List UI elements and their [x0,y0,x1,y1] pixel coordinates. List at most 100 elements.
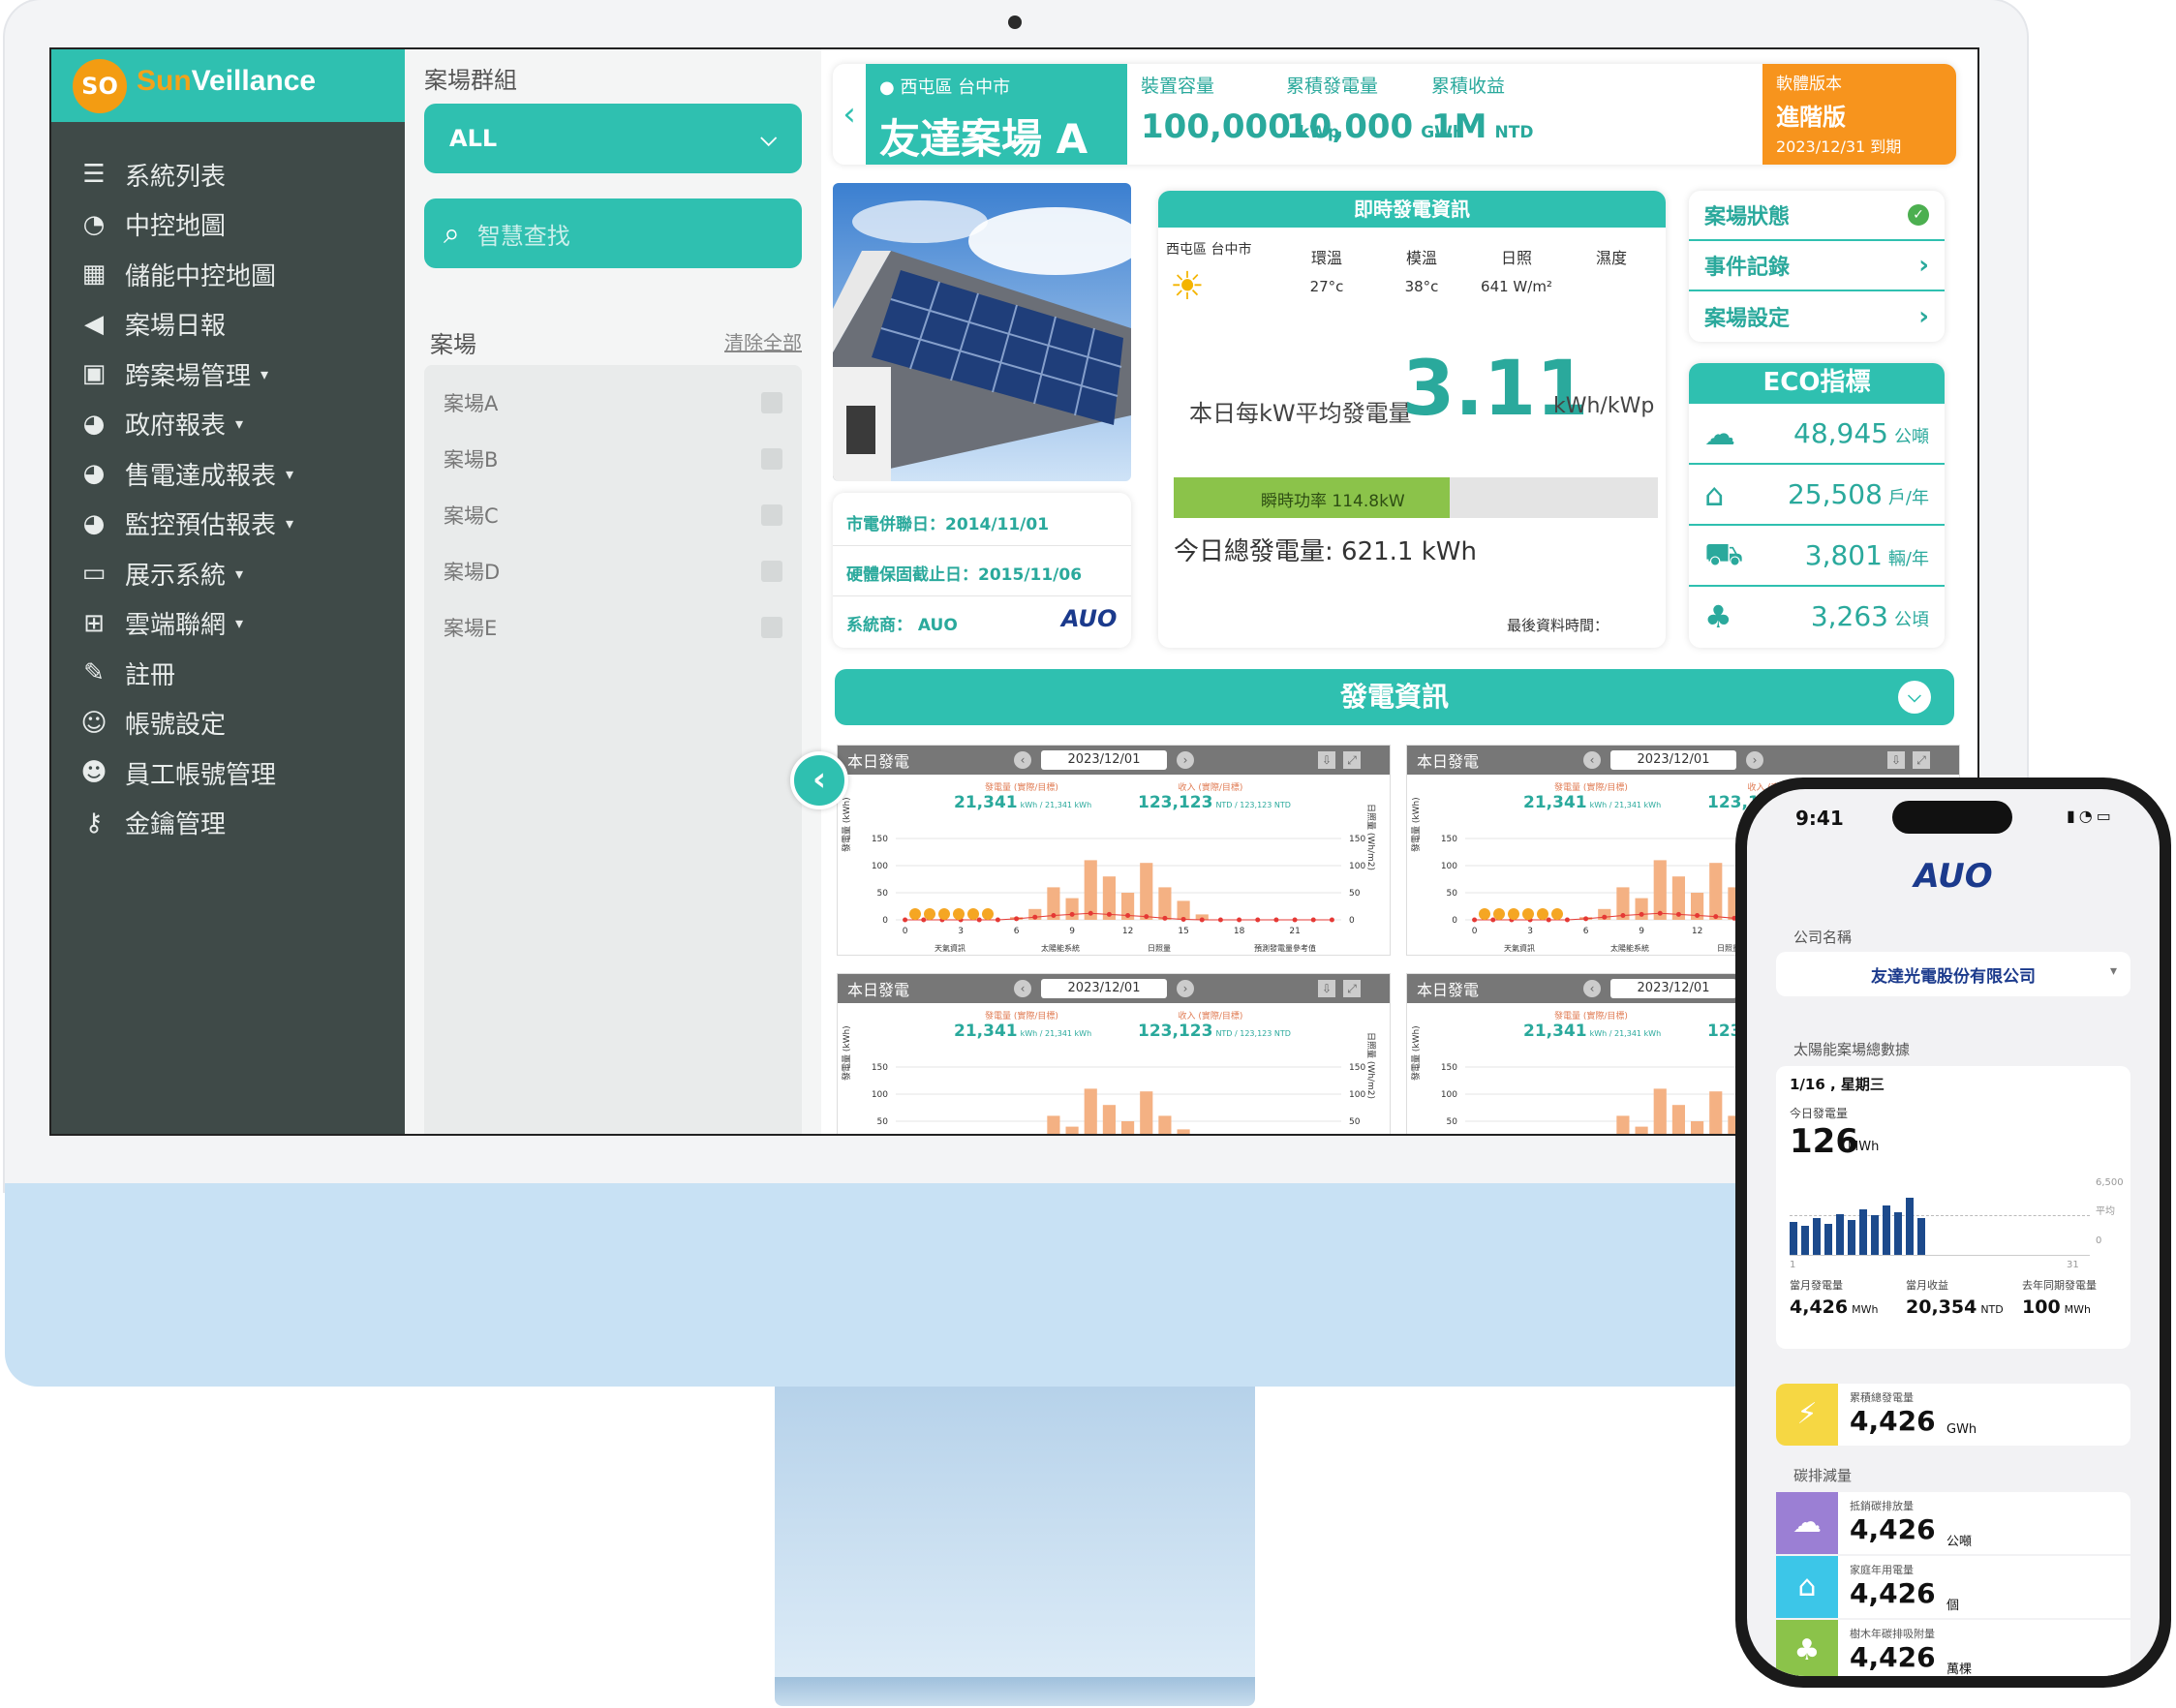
status-item[interactable]: 案場設定 › [1689,291,1945,342]
status-item[interactable]: 案場狀態 ✓ [1689,191,1945,241]
site-row[interactable]: 案場C [444,487,782,543]
warranty-date: 硬體保固截止日：2015/11/06 [846,565,1083,585]
bar-mark [1158,1115,1172,1134]
stat-value-wrap: 1M NTD [1431,107,1577,146]
sidebar-item-13[interactable]: ⚷ 金鑰管理 [51,787,405,859]
today-label: 今日發電量 [1790,1107,1849,1120]
sidebar-item-label: 系統列表 [125,162,227,192]
sites-label: 案場 [430,331,476,358]
site-row[interactable]: 案場E [444,599,782,656]
list-icon: ☰ [82,160,106,189]
phone-bar-mark [1894,1211,1902,1255]
site-header: ‹ ● 西屯區 台中市 友達案場 A 裝置容量 100,000 kWp 累積發電量 10… [833,64,1956,165]
back-button[interactable]: ‹ [833,64,866,165]
phone-stat-value: 20,354 [1906,1296,1977,1318]
y-tick-label-right: 50 [1349,889,1361,899]
site-checkbox[interactable] [761,617,782,638]
company-label: 公司名稱 [1793,929,1853,946]
brand-logo-icon[interactable]: SO [73,59,127,113]
site-name: 案場C [444,504,499,528]
phone-stat-unit: MWh [2064,1303,2092,1316]
status-item[interactable]: 事件記錄 › [1689,241,1945,291]
legend-item: 太陽能系統 [1041,943,1080,953]
site-row[interactable]: 案場A [444,375,782,431]
bar-mark [1140,863,1153,920]
sidebar-item-label: 員工帳號管理 [125,760,277,790]
site-row[interactable]: 案場D [444,543,782,599]
site-checkbox[interactable] [761,561,782,582]
carbon-value: 4,426 [1850,1641,1936,1673]
phone-bar-mark [1859,1209,1867,1255]
solar-section-label: 太陽能案場總數據 [1793,1041,1911,1058]
collapse-panel-button[interactable]: ‹ [790,751,848,809]
today-unit: MWh [1848,1140,1880,1154]
site-photo [833,183,1131,481]
eco-row: ⌂ 25,508 戶/年 [1689,463,1945,524]
power-section-bar[interactable]: 發電資訊 ⌵ [835,669,1954,725]
phone-stat: 當月發電量 4,426 MWh [1790,1277,1906,1318]
monitor-screen: SO SunVeillance ☰ 系統列表 ◔ 中控地圖 ▦ 儲能中控地圖 ◀ 案場日報 ▣ 跨… [49,47,1979,1136]
x-tick-label: 15 [1178,927,1188,936]
group-select[interactable]: ALL ⌵ [424,104,802,173]
logo-bar: SO SunVeillance [51,49,405,122]
y-tick-label: 50 [1447,889,1458,899]
house-icon: ⌂ [1776,1556,1838,1618]
weather-metric: 日照 641 W/m² [1468,245,1565,295]
eco-value: 48,945 [1793,417,1888,449]
y-tick-label-right: 150 [1349,1063,1365,1073]
site-checkbox[interactable] [761,392,782,413]
eco-row: ☁ 48,945 公噸 [1689,402,1945,463]
clear-all-link[interactable]: 清除全部 [724,327,802,355]
carbon-label: 碳排減量 [1793,1467,1853,1484]
company-select[interactable]: 友達光電股份有限公司 ▾ [1776,952,2130,996]
bar-mark [1065,1126,1079,1134]
phone-bar-mark [1790,1222,1797,1255]
stat-value: 10,000 [1286,107,1414,146]
bar-mark [1709,1091,1723,1134]
search-icon: ⌕ [444,216,460,251]
y-tick-label: 100 [872,862,888,871]
site-name: 案場B [444,448,499,472]
filter-panel: 案場群組 ALL ⌵ ⌕ 智慧查找 案場 清除全部 案場A 案場B 案場C 案場D 案場… [405,49,821,1134]
search-input[interactable]: ⌕ 智慧查找 [424,198,802,268]
legend-item: 日照量 [1148,944,1171,953]
pencil-icon: ✎ [83,658,105,687]
status-item-label: 事件記錄 [1704,256,1791,280]
carbon-label: 樹木年碳排吸附量 [1850,1628,1935,1640]
cumulative-value: 4,426 [1850,1405,1936,1437]
car-icon: ⛟ [1704,534,1744,572]
y-tick-label-right: 150 [1349,835,1365,844]
y-tick-label: 150 [872,1063,888,1073]
site-row[interactable]: 案場B [444,431,782,487]
brand-name[interactable]: SunVeillance [137,65,316,98]
stat-value: 100,000 [1141,107,1291,146]
bar-mark [1691,1121,1704,1134]
bar-mark [1177,1129,1190,1134]
carbon-card: ⌂ 家庭年用電量 4,426 個 [1776,1556,2130,1618]
bar-mark [1709,863,1723,920]
metric-value: 27°c [1309,278,1344,295]
version-badge[interactable]: 軟體版本 進階版 2023/12/31 到期 [1762,64,1956,165]
x-tick-label: 12 [1122,927,1133,936]
y-tick-label: 0 [1452,916,1457,926]
collapse-icon[interactable]: ⌵ [1898,681,1931,714]
key-icon: ⚷ [84,808,104,838]
axis-max: 6,500 [2096,1177,2124,1188]
site-checkbox[interactable] [761,504,782,526]
phone-stat-wrap: 100 MWh [2022,1296,2138,1318]
status-panel: 案場狀態 ✓ 事件記錄 › 案場設定 › [1689,191,1945,342]
storage-icon: ▦ [81,259,107,289]
status-item-label: 案場設定 [1704,307,1791,331]
x-tick-label: 18 [1234,927,1245,936]
vendor: 系統商： AUO [846,616,958,635]
bar-mark [1084,860,1097,920]
monitor-icon: ▭ [81,559,107,588]
cumulative-unit: GWh [1946,1422,1977,1437]
site-checkbox[interactable] [761,448,782,470]
bar-mark [1616,1115,1630,1134]
stat-unit: NTD [1494,123,1534,142]
brand-prefix: Sun [137,65,192,97]
phone-stat-wrap: 4,426 MWh [1790,1296,1906,1318]
caret-down-icon: ▾ [235,414,244,433]
y-tick-label: 100 [1441,1090,1457,1100]
